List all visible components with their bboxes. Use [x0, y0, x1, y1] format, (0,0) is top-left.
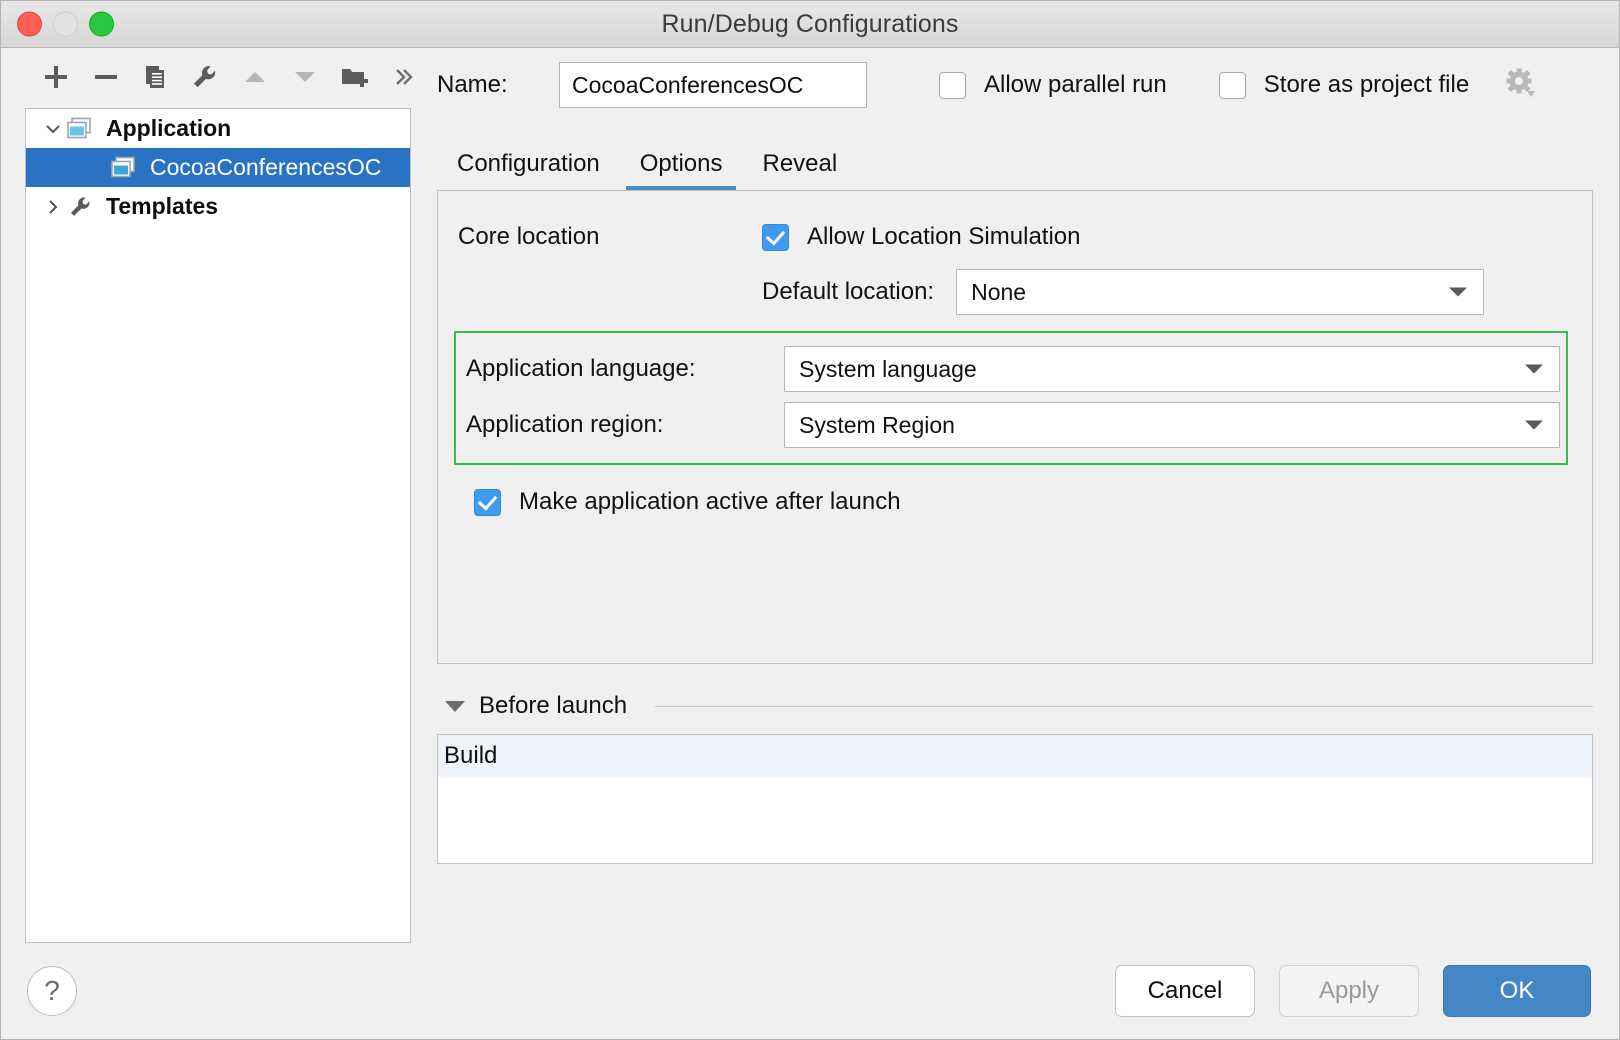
allow-parallel-run-label: Allow parallel run	[984, 71, 1167, 98]
tab-configuration[interactable]: Configuration	[437, 150, 620, 190]
copy-configuration-button[interactable]	[131, 56, 181, 98]
application-region-value: System Region	[799, 411, 955, 438]
core-location-row: Core location Allow Location Simulation	[454, 213, 1568, 261]
tree-node-templates[interactable]: Templates	[26, 187, 410, 226]
run-debug-configurations-dialog: Run/Debug Configurations Application Coc…	[0, 0, 1620, 1040]
make-application-active-checkbox[interactable]	[474, 488, 501, 516]
default-location-value: None	[971, 278, 1027, 305]
configurations-toolbar	[1, 48, 429, 106]
triangle-down-icon	[291, 63, 319, 91]
cancel-button[interactable]: Cancel	[1115, 965, 1255, 1017]
tree-node-application[interactable]: Application	[26, 109, 410, 148]
chevron-down-icon	[1525, 420, 1543, 430]
tree-node-cocoaconferencesoc[interactable]: CocoaConferencesOC	[26, 148, 410, 187]
chevron-down-icon[interactable]	[40, 119, 66, 139]
tree-node-label: Templates	[106, 193, 219, 219]
more-actions-button[interactable]	[379, 56, 429, 98]
minimize-button[interactable]	[53, 11, 78, 37]
name-label: Name:	[437, 71, 508, 98]
default-location-dropdown[interactable]: None	[956, 269, 1485, 315]
ok-button[interactable]: OK	[1443, 965, 1591, 1017]
before-launch-title: Before launch	[479, 692, 628, 719]
chevron-down-icon	[1449, 287, 1468, 297]
store-as-project-file-group[interactable]: Store as project file	[1218, 66, 1537, 105]
localization-highlight-group: Application language: System language Ap…	[454, 331, 1568, 465]
name-input[interactable]	[559, 62, 867, 108]
apply-button[interactable]: Apply	[1279, 965, 1419, 1017]
window-title: Run/Debug Configurations	[661, 9, 959, 38]
move-down-button[interactable]	[280, 56, 330, 98]
move-up-button[interactable]	[230, 56, 280, 98]
dialog-footer: ? Cancel Apply OK	[1, 943, 1619, 1039]
default-location-row: Default location: None	[454, 261, 1568, 323]
close-button[interactable]	[17, 11, 42, 37]
double-chevron-right-icon	[391, 64, 417, 90]
window-controls	[17, 11, 114, 37]
application-region-label: Application region:	[466, 411, 664, 438]
before-launch-section: Before launch Build	[437, 686, 1593, 864]
gear-icon	[1503, 66, 1537, 105]
edit-templates-button[interactable]	[180, 56, 230, 98]
before-launch-separator	[655, 705, 1593, 707]
folder-plus-icon	[339, 63, 369, 91]
default-location-label: Default location:	[762, 278, 935, 305]
copy-icon	[141, 63, 169, 91]
allow-parallel-run-group[interactable]: Allow parallel run	[939, 71, 1167, 99]
configurations-tree[interactable]: Application CocoaConferencesOC Templates	[25, 108, 411, 943]
application-window-icon	[66, 117, 100, 141]
store-as-project-file-settings-button[interactable]	[1503, 66, 1537, 105]
allow-location-simulation-checkbox[interactable]	[762, 223, 789, 251]
list-item[interactable]: Build	[438, 735, 1592, 777]
remove-configuration-button[interactable]	[81, 56, 131, 98]
application-language-value: System language	[799, 355, 977, 382]
tree-node-label: Application	[106, 115, 232, 141]
tree-node-label: CocoaConferencesOC	[150, 154, 382, 180]
plus-icon	[42, 63, 70, 91]
wrench-icon	[191, 63, 219, 91]
editor-tabs[interactable]: Configuration Options Reveal	[437, 130, 1593, 190]
before-launch-header[interactable]: Before launch	[437, 686, 1593, 726]
application-window-icon	[110, 156, 144, 180]
options-panel: Core location Allow Location Simulation …	[437, 190, 1593, 664]
store-as-project-file-label: Store as project file	[1263, 71, 1470, 98]
help-button[interactable]: ?	[27, 966, 77, 1016]
make-application-active-label: Make application active after launch	[519, 488, 901, 515]
core-location-label: Core location	[458, 223, 600, 250]
application-region-dropdown[interactable]: System Region	[784, 402, 1560, 448]
zoom-button[interactable]	[89, 11, 114, 37]
minus-icon	[92, 63, 120, 91]
dialog-body: Application CocoaConferencesOC Templates…	[1, 48, 1619, 943]
before-launch-list[interactable]: Build	[437, 734, 1593, 864]
triangle-down-icon[interactable]	[445, 700, 465, 712]
wrench-icon	[66, 195, 100, 219]
application-language-row: Application language: System language	[466, 341, 1560, 397]
allow-location-simulation-group[interactable]: Allow Location Simulation	[762, 223, 1080, 251]
triangle-up-icon	[241, 63, 269, 91]
title-bar: Run/Debug Configurations	[1, 1, 1619, 48]
tab-options[interactable]: Options	[620, 150, 743, 190]
add-configuration-button[interactable]	[31, 56, 81, 98]
configurations-pane: Application CocoaConferencesOC Templates	[1, 48, 429, 943]
application-region-row: Application region: System Region	[466, 397, 1560, 453]
name-row: Name: Allow parallel run Store as projec…	[437, 56, 1593, 114]
allow-location-simulation-label: Allow Location Simulation	[807, 223, 1081, 250]
application-language-label: Application language:	[466, 355, 696, 382]
store-as-project-file-checkbox[interactable]	[1218, 71, 1246, 99]
move-into-new-folder-button[interactable]	[330, 56, 380, 98]
chevron-right-icon[interactable]	[40, 197, 66, 217]
chevron-down-icon	[1525, 364, 1543, 374]
configuration-editor-pane: Name: Allow parallel run Store as projec…	[429, 48, 1619, 943]
application-language-dropdown[interactable]: System language	[784, 346, 1560, 392]
tab-reveal[interactable]: Reveal	[742, 150, 857, 190]
make-application-active-group[interactable]: Make application active after launch	[454, 475, 1568, 529]
allow-parallel-run-checkbox[interactable]	[939, 71, 966, 99]
